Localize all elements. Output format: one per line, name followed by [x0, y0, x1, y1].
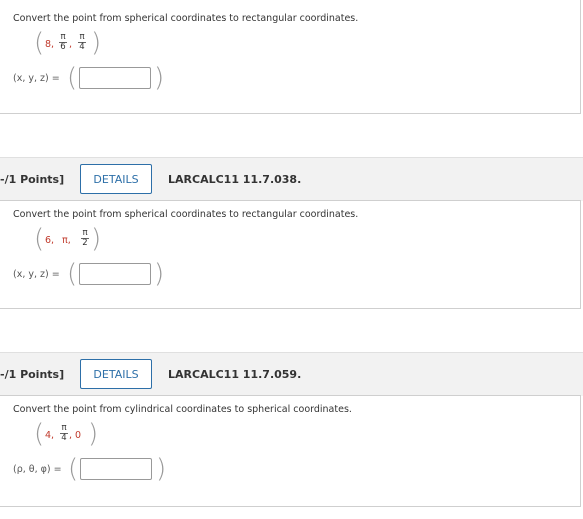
answer-close-paren: ) [156, 454, 167, 484]
point-separator: , [69, 39, 73, 50]
point-close-paren: ) [88, 419, 99, 449]
point-coord-second: π, [62, 235, 71, 246]
points-label: -/1 Points] [0, 368, 65, 381]
problem-card-3: Convert the point from cylindrical coord… [0, 395, 581, 507]
point-open-paren: ( [34, 224, 45, 254]
point-fraction-1: π 6 [59, 32, 67, 52]
problem-card-2: Convert the point from spherical coordin… [0, 200, 581, 309]
answer-open-paren: ( [67, 63, 78, 93]
point-open-paren: ( [34, 28, 45, 58]
answer-label: (ρ, θ, φ) = [13, 464, 62, 475]
instruction-text: Convert the point from spherical coordin… [13, 13, 359, 24]
answer-input[interactable] [79, 67, 151, 89]
answer-close-paren: ) [154, 63, 165, 93]
point-fraction-2: π 4 [78, 32, 86, 52]
details-button[interactable]: DETAILS [80, 359, 152, 389]
point-coord-first: 4, [45, 430, 55, 441]
answer-label: (x, y, z) = [13, 269, 60, 280]
answer-open-paren: ( [68, 454, 79, 484]
answer-open-paren: ( [67, 259, 78, 289]
details-button[interactable]: DETAILS [80, 164, 152, 194]
problem-header-3: -/1 Points] DETAILS LARCALC11 11.7.059. [0, 352, 583, 396]
problem-code: LARCALC11 11.7.038. [168, 173, 302, 186]
point-open-paren: ( [34, 419, 45, 449]
point-coord-first: 8, [45, 39, 55, 50]
answer-input[interactable] [79, 263, 151, 285]
problem-header-2: -/1 Points] DETAILS LARCALC11 11.7.038. [0, 157, 583, 201]
answer-input[interactable] [80, 458, 152, 480]
answer-label: (x, y, z) = [13, 73, 60, 84]
point-coord-last: , 0 [69, 430, 82, 441]
point-coord-first: 6, [45, 235, 55, 246]
instruction-text: Convert the point from cylindrical coord… [13, 404, 352, 415]
point-fraction-1: π 4 [60, 423, 68, 443]
instruction-text: Convert the point from spherical coordin… [13, 209, 359, 220]
point-close-paren: ) [91, 28, 102, 58]
point-fraction-1: π 2 [81, 228, 89, 248]
problem-code: LARCALC11 11.7.059. [168, 368, 302, 381]
point-close-paren: ) [91, 224, 102, 254]
answer-close-paren: ) [154, 259, 165, 289]
points-label: -/1 Points] [0, 173, 65, 186]
problem-card-1: Convert the point from spherical coordin… [0, 0, 581, 114]
